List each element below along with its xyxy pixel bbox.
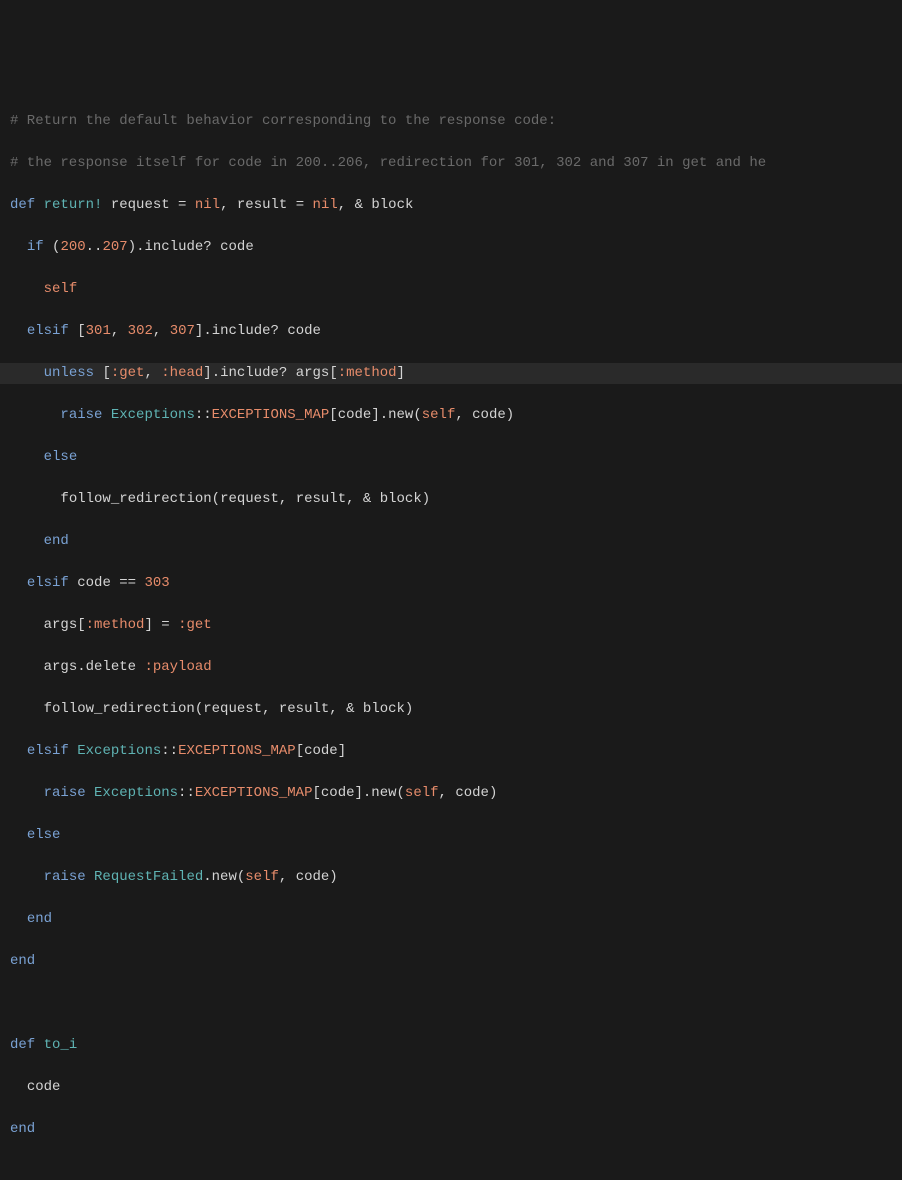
method-call: follow_redirection: [60, 491, 211, 507]
self-keyword: self: [245, 869, 279, 885]
code-line: elsif [301, 302, 307].include? code: [10, 321, 902, 342]
method-call: follow_redirection: [44, 701, 195, 717]
keyword-unless: unless: [44, 365, 94, 381]
code-line: def return! request = nil, result = nil,…: [10, 195, 902, 216]
constant: Exceptions: [111, 407, 195, 423]
code-line: code: [10, 1077, 902, 1098]
number: 307: [170, 323, 195, 339]
code-line: args[:method] = :get: [10, 615, 902, 636]
code-line: elsif Exceptions::EXCEPTIONS_MAP[code]: [10, 741, 902, 762]
code-line: follow_redirection(request, result, & bl…: [10, 489, 902, 510]
comment-text: # the response itself for code in 200..2…: [10, 155, 766, 171]
identifier: args: [44, 659, 78, 675]
identifier: code: [27, 1079, 61, 1095]
constant: Exceptions: [77, 743, 161, 759]
identifier: args: [296, 365, 330, 381]
number: 303: [144, 575, 169, 591]
method-name: return!: [44, 197, 103, 213]
code-editor[interactable]: # Return the default behavior correspond…: [10, 90, 902, 1161]
code-line: end: [10, 909, 902, 930]
constant: Exceptions: [94, 785, 178, 801]
code-line: end: [10, 951, 902, 972]
number: 302: [128, 323, 153, 339]
param: result: [237, 197, 287, 213]
constant: EXCEPTIONS_MAP: [195, 785, 313, 801]
nil-literal: nil: [313, 197, 338, 213]
number: 207: [102, 239, 127, 255]
code-line: end: [10, 1119, 902, 1140]
param: request: [111, 197, 170, 213]
keyword-def: def: [10, 197, 35, 213]
symbol: :payload: [144, 659, 211, 675]
code-line: def to_i: [10, 1035, 902, 1056]
identifier: code: [287, 323, 321, 339]
code-line: raise Exceptions::EXCEPTIONS_MAP[code].n…: [10, 783, 902, 804]
keyword-raise: raise: [60, 407, 102, 423]
code-line: if (200..207).include? code: [10, 237, 902, 258]
code-line: [10, 993, 902, 1014]
keyword-if: if: [27, 239, 44, 255]
code-line: else: [10, 447, 902, 468]
method-name: to_i: [44, 1037, 78, 1053]
keyword-else: else: [27, 827, 61, 843]
constant: EXCEPTIONS_MAP: [178, 743, 296, 759]
symbol: :method: [86, 617, 145, 633]
keyword-elsif: elsif: [27, 575, 69, 591]
code-line: else: [10, 825, 902, 846]
code-line: args.delete :payload: [10, 657, 902, 678]
self-keyword: self: [422, 407, 456, 423]
keyword-raise: raise: [44, 869, 86, 885]
nil-literal: nil: [195, 197, 220, 213]
number: 301: [86, 323, 111, 339]
self-keyword: self: [405, 785, 439, 801]
keyword-end: end: [10, 1121, 35, 1137]
constant: RequestFailed: [94, 869, 203, 885]
comment-text: # Return the default behavior correspond…: [10, 113, 556, 129]
keyword-end: end: [27, 911, 52, 927]
symbol: :head: [161, 365, 203, 381]
code-line: # Return the default behavior correspond…: [10, 111, 902, 132]
keyword-else: else: [44, 449, 78, 465]
keyword-elsif: elsif: [27, 743, 69, 759]
param: & block: [355, 197, 414, 213]
symbol: :method: [338, 365, 397, 381]
code-line: end: [10, 531, 902, 552]
code-line: follow_redirection(request, result, & bl…: [10, 699, 902, 720]
code-line: # the response itself for code in 200..2…: [10, 153, 902, 174]
identifier: args: [44, 617, 78, 633]
symbol: :get: [111, 365, 145, 381]
keyword-end: end: [10, 953, 35, 969]
code-line: elsif code == 303: [10, 573, 902, 594]
self-keyword: self: [44, 281, 78, 297]
identifier: code: [220, 239, 254, 255]
keyword-end: end: [44, 533, 69, 549]
code-line: raise Exceptions::EXCEPTIONS_MAP[code].n…: [10, 405, 902, 426]
code-line: self: [10, 279, 902, 300]
number: 200: [60, 239, 85, 255]
symbol: :get: [178, 617, 212, 633]
constant: EXCEPTIONS_MAP: [212, 407, 330, 423]
code-line-highlighted: unless [:get, :head].include? args[:meth…: [0, 363, 902, 384]
code-line: raise RequestFailed.new(self, code): [10, 867, 902, 888]
keyword-elsif: elsif: [27, 323, 69, 339]
keyword-def: def: [10, 1037, 35, 1053]
keyword-raise: raise: [44, 785, 86, 801]
